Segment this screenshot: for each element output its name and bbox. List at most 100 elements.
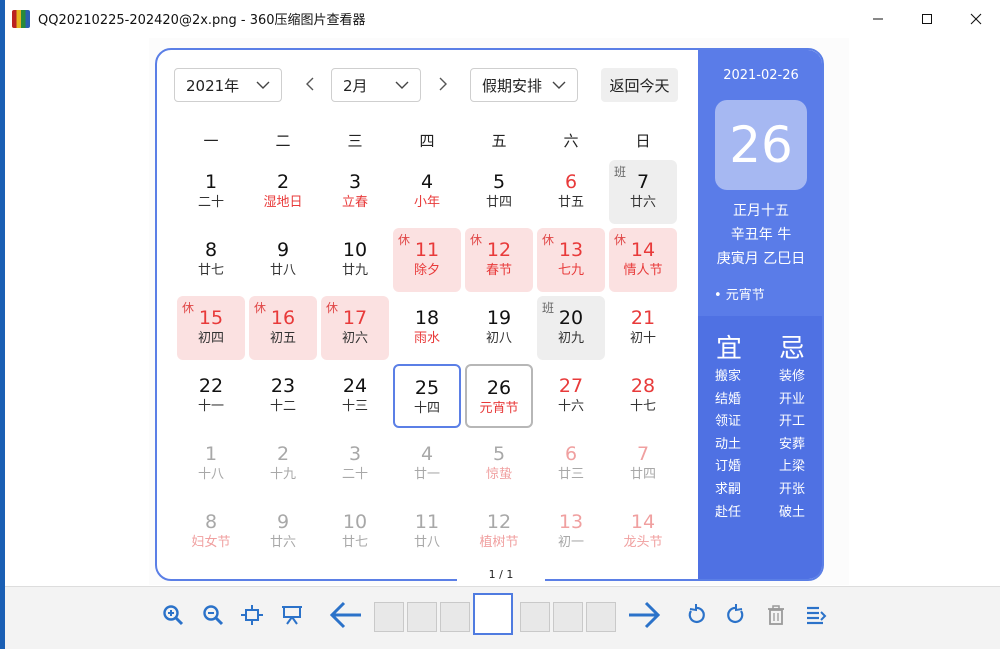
- back-to-today-button[interactable]: 返回今天: [601, 68, 678, 102]
- calendar-day-cell[interactable]: 班 7 廿六: [609, 160, 677, 224]
- calendar-day-cell[interactable]: 休 17 初六: [321, 296, 389, 360]
- lunar-day-label: 惊蛰: [485, 467, 512, 482]
- zoom-out-button[interactable]: [201, 603, 225, 627]
- thumbnail[interactable]: [407, 602, 437, 632]
- calendar-day-cell[interactable]: 22 十一: [177, 364, 245, 428]
- previous-image-button[interactable]: [329, 601, 363, 629]
- day-number: 9: [276, 511, 290, 533]
- lunar-day-label: 情人节: [623, 263, 663, 278]
- thumbnail[interactable]: [586, 602, 616, 632]
- calendar-day-cell[interactable]: 9 廿六: [249, 500, 317, 564]
- close-button[interactable]: [951, 0, 1000, 37]
- calendar-day-cell[interactable]: 25 十四: [393, 364, 461, 428]
- thumbnail[interactable]: [374, 602, 404, 632]
- calendar-day-cell[interactable]: 5 惊蛰: [465, 432, 533, 496]
- next-image-button[interactable]: [627, 601, 661, 629]
- lunar-day-label: 十六: [557, 399, 584, 414]
- month-select-value: 2月: [343, 76, 368, 95]
- lunar-day-label: 元宵节: [479, 401, 519, 416]
- calendar-day-cell[interactable]: 休 14 情人节: [609, 228, 677, 292]
- zoom-in-button[interactable]: [161, 603, 185, 627]
- calendar-day-cell[interactable]: 26 元宵节: [465, 364, 533, 428]
- day-number: 8: [204, 239, 218, 261]
- calendar-day-cell[interactable]: 11 廿八: [393, 500, 461, 564]
- calendar-day-cell[interactable]: 13 初一: [537, 500, 605, 564]
- calendar-day-cell[interactable]: 4 廿一: [393, 432, 461, 496]
- calendar-day-cell[interactable]: 28 十七: [609, 364, 677, 428]
- calendar-day-cell[interactable]: 6 廿三: [537, 432, 605, 496]
- maximize-button[interactable]: [902, 0, 951, 37]
- lunar-day-label: 初六: [341, 331, 368, 346]
- calendar-day-cell[interactable]: 24 十三: [321, 364, 389, 428]
- lunar-day-label: 十九: [269, 467, 296, 482]
- yi-item: 领证: [715, 414, 742, 430]
- calendar-day-cell[interactable]: 休 15 初四: [177, 296, 245, 360]
- calendar-day-cell[interactable]: 9 廿八: [249, 228, 317, 292]
- calendar-day-cell[interactable]: 23 十二: [249, 364, 317, 428]
- calendar-day-cell[interactable]: 1 二十: [177, 160, 245, 224]
- calendar-card: 2021年 2月 假期安排 返回今天 一 二 三 四 五 六 日 1 二十 2 …: [155, 48, 824, 581]
- app-icon: [12, 9, 30, 28]
- year-select[interactable]: 2021年: [174, 68, 282, 102]
- holiday-select[interactable]: 假期安排: [470, 68, 578, 102]
- calendar-day-cell[interactable]: 休 13 七九: [537, 228, 605, 292]
- calendar-day-cell[interactable]: 8 廿七: [177, 228, 245, 292]
- calendar-day-cell[interactable]: 10 廿九: [321, 228, 389, 292]
- thumbnail[interactable]: [440, 602, 470, 632]
- calendar-day-cell[interactable]: 14 龙头节: [609, 500, 677, 564]
- lunar-day-label: 初五: [269, 331, 296, 346]
- calendar-day-cell[interactable]: 1 十八: [177, 432, 245, 496]
- calendar-day-cell[interactable]: 12 植树节: [465, 500, 533, 564]
- calendar-day-cell[interactable]: 班 20 初九: [537, 296, 605, 360]
- thumbnail[interactable]: [553, 602, 583, 632]
- ji-item: 开业: [779, 391, 806, 407]
- day-number: 2: [276, 443, 290, 465]
- lunar-day-label: 十二: [269, 399, 296, 414]
- lunar-day-label: 廿四: [629, 467, 656, 482]
- calendar-month-view: 2021年 2月 假期安排 返回今天 一 二 三 四 五 六 日 1 二十 2 …: [157, 50, 698, 579]
- rotate-left-button[interactable]: [684, 603, 708, 627]
- prev-month-button[interactable]: [300, 72, 320, 96]
- more-menu-button[interactable]: [804, 603, 828, 627]
- calendar-day-cell[interactable]: 8 妇女节: [177, 500, 245, 564]
- rotate-right-icon: [727, 604, 744, 624]
- calendar-day-cell[interactable]: 2 湿地日: [249, 160, 317, 224]
- lunar-day-label: 二十: [197, 195, 224, 210]
- minimize-button[interactable]: [853, 0, 902, 37]
- day-number: 16: [270, 307, 296, 329]
- calendar-day-cell[interactable]: 休 11 除夕: [393, 228, 461, 292]
- weekday-label: 六: [563, 132, 579, 150]
- arrow-right-icon: [629, 601, 661, 629]
- lunar-day-label: 除夕: [413, 263, 440, 278]
- calendar-day-cell[interactable]: 5 廿四: [465, 160, 533, 224]
- calendar-day-cell[interactable]: 10 廿七: [321, 500, 389, 564]
- month-select[interactable]: 2月: [331, 68, 421, 102]
- calendar-day-cell[interactable]: 6 廿五: [537, 160, 605, 224]
- slideshow-button[interactable]: [280, 603, 304, 627]
- calendar-day-cell[interactable]: 27 十六: [537, 364, 605, 428]
- calendar-day-cell[interactable]: 7 廿四: [609, 432, 677, 496]
- calendar-day-cell[interactable]: 19 初八: [465, 296, 533, 360]
- yi-item: 订婚: [715, 459, 742, 475]
- maximize-icon: [921, 13, 932, 24]
- calendar-day-cell[interactable]: 3 二十: [321, 432, 389, 496]
- zoom-in-icon: [163, 605, 184, 626]
- yi-item: 求嗣: [715, 481, 742, 497]
- calendar-day-cell[interactable]: 18 雨水: [393, 296, 461, 360]
- calendar-day-cell[interactable]: 21 初十: [609, 296, 677, 360]
- day-number: 14: [630, 511, 656, 533]
- ji-list: 装修 开业 开工 安葬 上梁 开张 破土: [779, 366, 805, 524]
- thumbnail-current[interactable]: [473, 593, 513, 635]
- yi-item: 动土: [715, 436, 742, 452]
- rotate-right-button[interactable]: [724, 603, 748, 627]
- calendar-day-cell[interactable]: 3 立春: [321, 160, 389, 224]
- thumbnail[interactable]: [520, 602, 550, 632]
- calendar-day-cell[interactable]: 4 小年: [393, 160, 461, 224]
- delete-button[interactable]: [764, 603, 788, 627]
- calendar-day-cell[interactable]: 2 十九: [249, 432, 317, 496]
- calendar-day-cell[interactable]: 休 16 初五: [249, 296, 317, 360]
- rotate-left-icon: [688, 604, 705, 624]
- actual-size-button[interactable]: [240, 603, 264, 627]
- calendar-day-cell[interactable]: 休 12 春节: [465, 228, 533, 292]
- next-month-button[interactable]: [433, 72, 453, 96]
